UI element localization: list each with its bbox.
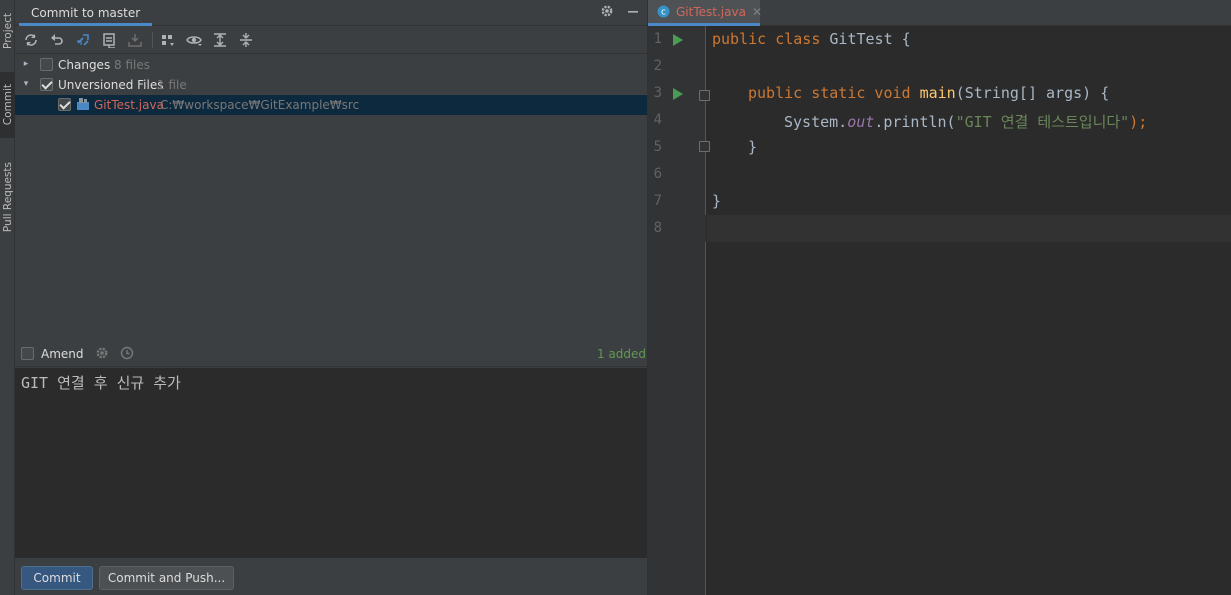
file-path: C:₩workspace₩GitExample₩src xyxy=(160,98,360,112)
chevron-right-icon[interactable]: ▸ xyxy=(21,59,31,69)
current-line-highlight xyxy=(707,215,1231,242)
commit-message-text: GIT 연결 후 신규 추가 xyxy=(21,374,181,392)
project-tool-tab[interactable]: Project xyxy=(0,2,15,60)
code-token: main xyxy=(919,84,956,102)
code-token: System. xyxy=(784,113,848,131)
commit-and-push-button[interactable]: Commit and Push... xyxy=(99,566,234,590)
commit-panel: Commit to master ▸ Changes 8 files ▾ Unv… xyxy=(15,0,647,595)
code-editor: c GitTest.java ✕ 1 2 3 4 5 6 7 8 public … xyxy=(648,0,1231,595)
code-line-1[interactable]: public class GitTest { xyxy=(712,30,911,48)
commit-tab-label: Commit xyxy=(1,84,14,126)
commit-tool-tab[interactable]: Commit xyxy=(0,72,15,138)
expand-all-icon[interactable] xyxy=(212,32,228,48)
code-token: .println( xyxy=(874,113,956,131)
file-checkbox[interactable] xyxy=(58,98,71,111)
project-tab-label: Project xyxy=(1,13,14,49)
minimize-icon[interactable] xyxy=(625,4,641,20)
shelve-icon xyxy=(127,32,143,48)
history-clock-icon[interactable] xyxy=(120,346,134,363)
changes-checkbox[interactable] xyxy=(40,58,53,71)
diff-icon[interactable] xyxy=(75,32,91,48)
unversioned-checkbox[interactable] xyxy=(40,78,53,91)
panel-header: Commit to master xyxy=(15,0,647,26)
changelist-icon[interactable] xyxy=(101,32,117,49)
editor-tab-label: GitTest.java xyxy=(676,4,746,19)
unversioned-label: Unversioned Files xyxy=(58,78,164,92)
gear-icon[interactable] xyxy=(599,4,615,20)
added-status: 1 added xyxy=(597,347,647,361)
java-class-icon: c xyxy=(657,5,670,18)
eye-icon[interactable] xyxy=(186,32,202,48)
refresh-icon[interactable] xyxy=(23,32,39,48)
code-token: (String[] args) { xyxy=(955,84,1110,102)
unversioned-count: 1 file xyxy=(157,78,187,92)
collapse-all-icon[interactable] xyxy=(238,32,254,48)
line-number: 1 xyxy=(653,31,662,47)
code-token: public class xyxy=(712,30,830,48)
amend-bar: Amend 1 added xyxy=(15,342,647,367)
changes-count: 8 files xyxy=(114,58,150,72)
fold-marker-icon[interactable] xyxy=(699,90,710,101)
code-token: public static void xyxy=(748,84,920,102)
file-row[interactable]: GitTest.java C:₩workspace₩GitExample₩src xyxy=(15,95,647,115)
commit-actions-bar: Commit Commit and Push... xyxy=(15,558,647,595)
changes-node[interactable]: ▸ Changes 8 files xyxy=(15,55,647,75)
code-token: } xyxy=(712,192,722,210)
editor-file-tab[interactable]: c GitTest.java ✕ xyxy=(648,0,762,26)
run-main-icon[interactable] xyxy=(673,88,683,100)
code-token: ); xyxy=(1129,113,1148,131)
code-line-5[interactable]: } xyxy=(748,138,757,156)
code-token: "GIT 연결 테스트입니다" xyxy=(955,113,1130,131)
line-number: 3 xyxy=(653,85,662,101)
file-name: GitTest.java xyxy=(94,98,164,112)
amend-label: Amend xyxy=(41,347,84,361)
line-number: 8 xyxy=(653,220,662,236)
commit-options-gear-icon[interactable] xyxy=(95,346,109,363)
code-line-4[interactable]: System.out.println("GIT 연결 테스트입니다"); xyxy=(784,111,1147,132)
commit-button[interactable]: Commit xyxy=(21,566,93,590)
changes-label: Changes xyxy=(58,58,111,72)
code-token: } xyxy=(748,138,758,156)
line-number: 4 xyxy=(653,112,662,128)
toolbar-separator xyxy=(152,32,153,48)
line-number: 7 xyxy=(653,193,662,209)
code-line-3[interactable]: public static void main(String[] args) { xyxy=(748,84,1109,102)
svg-text:c: c xyxy=(661,8,666,18)
run-class-icon[interactable] xyxy=(673,34,683,46)
pull-requests-tab-label: Pull Requests xyxy=(1,161,14,233)
rollback-icon[interactable] xyxy=(49,32,65,48)
chevron-down-icon[interactable]: ▾ xyxy=(21,79,31,89)
code-token: out xyxy=(847,113,875,131)
code-token: GitTest { xyxy=(829,30,911,48)
pull-requests-tool-tab[interactable]: Pull Requests xyxy=(0,150,15,244)
close-tab-icon[interactable]: ✕ xyxy=(752,5,762,19)
line-number: 6 xyxy=(653,166,662,182)
line-number: 5 xyxy=(653,139,662,155)
line-number: 2 xyxy=(653,58,662,74)
unversioned-node[interactable]: ▾ Unversioned Files 1 file xyxy=(15,75,647,95)
code-line-7[interactable]: } xyxy=(712,192,721,210)
commit-message-input[interactable]: GIT 연결 후 신규 추가 xyxy=(15,368,647,558)
amend-checkbox[interactable] xyxy=(21,347,34,360)
tool-window-stripe: Project Commit Pull Requests xyxy=(0,0,15,595)
editor-tab-bar: c GitTest.java ✕ xyxy=(648,0,1231,26)
group-by-icon[interactable] xyxy=(160,32,176,48)
panel-title-tab[interactable]: Commit to master xyxy=(19,0,153,26)
commit-toolbar xyxy=(15,27,647,54)
fold-marker-icon[interactable] xyxy=(699,141,710,152)
java-file-icon xyxy=(76,97,90,114)
